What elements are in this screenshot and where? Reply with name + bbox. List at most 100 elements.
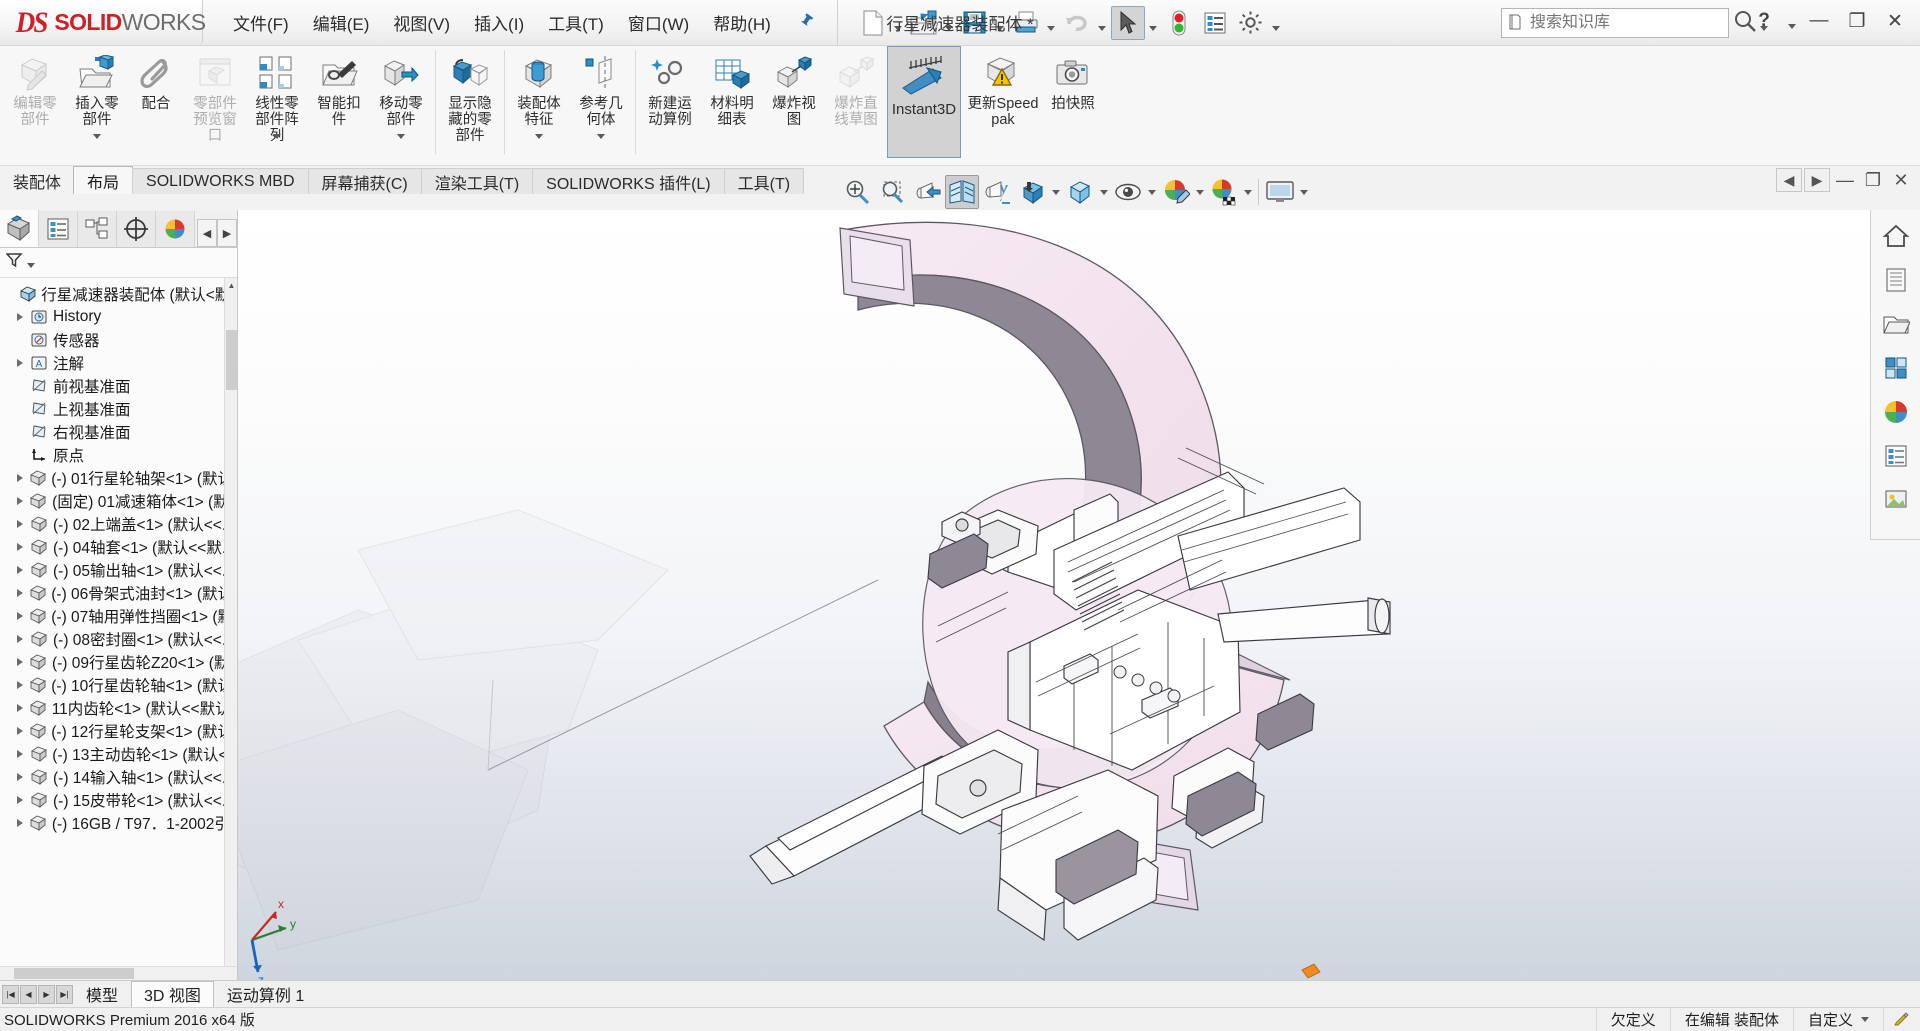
tree-item-component[interactable]: (-) 05输出轴<1> (默认<<... [2, 558, 237, 581]
feature-manager-tab[interactable] [0, 210, 39, 247]
tab-tools[interactable]: 工具(T) [723, 168, 805, 194]
view-home-icon[interactable] [1876, 216, 1916, 256]
menu-window[interactable]: 窗口(W) [616, 4, 701, 41]
tree-expand-toggle[interactable] [12, 772, 28, 781]
tree-expand-toggle[interactable] [12, 312, 28, 321]
rebuild-status-icon[interactable] [1162, 6, 1196, 40]
ribbon-linear-component-pattern[interactable]: 线性零部件阵列 [246, 46, 308, 160]
undo-dropdown-icon[interactable] [1096, 6, 1109, 40]
insert-components-dropdown-icon[interactable] [93, 134, 101, 157]
display-style-icon[interactable] [1015, 175, 1049, 209]
tree-expand-toggle[interactable] [12, 519, 28, 528]
display-manager-tab[interactable] [156, 211, 195, 247]
hide-show-dropdown-icon[interactable] [1098, 175, 1110, 209]
linear-pattern-dropdown-icon[interactable] [273, 134, 281, 157]
tree-scroll-thumb[interactable] [226, 330, 237, 390]
new-document-dropdown-icon[interactable] [892, 6, 905, 40]
appearances-icon[interactable] [1159, 175, 1193, 209]
menu-view[interactable]: 视图(V) [381, 4, 462, 41]
assembly-model-3d-view[interactable]: y x z [238, 210, 1920, 980]
display-states-icon[interactable] [1876, 348, 1916, 388]
open-document-dropdown-icon[interactable] [943, 6, 956, 40]
filter-dropdown-icon[interactable] [27, 263, 35, 268]
options-list-icon[interactable] [1198, 6, 1232, 40]
ribbon-instant3d[interactable]: Instant3D [887, 46, 961, 158]
ribbon-new-motion-study[interactable]: 新建运动算例 [639, 46, 701, 160]
pane-prev-button[interactable]: ◀ [1776, 168, 1802, 192]
display-style-dropdown-icon[interactable] [1050, 175, 1062, 209]
ribbon-explode-line-sketch[interactable]: 爆炸直线草图 [825, 46, 887, 160]
ribbon-component-preview-window[interactable]: 零部件预览窗口 [184, 46, 246, 160]
apply-scene-icon[interactable] [1263, 175, 1297, 209]
settings-dropdown-icon[interactable] [1270, 6, 1283, 40]
bottom-tab-3d-views[interactable]: 3D 视图 [131, 980, 214, 1008]
menu-insert[interactable]: 插入(I) [462, 4, 536, 41]
tree-expand-toggle[interactable] [12, 818, 28, 827]
reference-geometry-dropdown-icon[interactable] [597, 134, 605, 157]
first-tab-button[interactable]: |◀ [2, 984, 19, 1004]
restore-button[interactable]: ❐ [1840, 5, 1874, 37]
save-dropdown-icon[interactable] [994, 6, 1007, 40]
tab-solidworks-mbd[interactable]: SOLIDWORKS MBD [132, 168, 309, 194]
assembly-features-dropdown-icon[interactable] [535, 134, 543, 157]
appearances-sphere-icon[interactable] [1876, 392, 1916, 432]
tree-item-sensors[interactable]: 传感器 [2, 328, 237, 351]
appearances-dropdown-icon[interactable] [1194, 175, 1206, 209]
ribbon-insert-components[interactable]: 插入零部件 [66, 46, 128, 160]
move-component-dropdown-icon[interactable] [397, 134, 405, 157]
scene-dropdown-icon[interactable] [1242, 175, 1254, 209]
ribbon-show-hidden-components[interactable]: 显示隐藏的零部件 [439, 46, 501, 160]
search-box[interactable] [1501, 8, 1729, 38]
tree-item-origin[interactable]: 原点 [2, 443, 237, 466]
tree-expand-toggle[interactable] [12, 358, 28, 367]
settings-gear-icon[interactable] [1234, 6, 1268, 40]
tree-expand-toggle[interactable] [12, 795, 28, 804]
status-custom-dropdown-icon[interactable] [1861, 1017, 1869, 1022]
new-document-icon[interactable] [856, 6, 890, 40]
tree-horizontal-scrollbar[interactable] [0, 966, 237, 980]
close-button[interactable]: ✕ [1878, 5, 1912, 37]
ribbon-edit-component[interactable]: 编辑零部件 [4, 46, 66, 160]
tree-item-component[interactable]: (-) 01行星轮轴架<1> (默认... [2, 466, 237, 489]
tree-item-component[interactable]: (-) 15皮带轮<1> (默认<<... [2, 788, 237, 811]
tree-expand-toggle[interactable] [12, 588, 27, 597]
select-dropdown-icon[interactable] [1147, 6, 1160, 40]
previous-view-icon[interactable] [910, 175, 944, 209]
manager-tab-next-button[interactable]: ▶ [217, 219, 237, 247]
ribbon-take-snapshot[interactable]: 拍快照 [1045, 46, 1101, 160]
view-settings-icon[interactable] [1111, 175, 1145, 209]
tree-vertical-scrollbar[interactable]: ▲ ▼ [224, 278, 237, 980]
decals-icon[interactable] [1876, 480, 1916, 520]
tab-assembly[interactable]: 装配体 [0, 168, 75, 194]
pane-minimize-button[interactable]: — [1832, 168, 1858, 192]
undo-icon[interactable] [1060, 6, 1094, 40]
graphics-area[interactable]: y x z [238, 210, 1920, 980]
tree-item-component[interactable]: (-) 13主动齿轮<1> (默认<... [2, 742, 237, 765]
ribbon-move-component[interactable]: 移动零部件 [370, 46, 432, 160]
minimize-button[interactable]: — [1802, 5, 1836, 37]
print-dropdown-icon[interactable] [1045, 6, 1058, 40]
tree-expand-toggle[interactable] [12, 542, 28, 551]
property-manager-tab[interactable] [39, 211, 78, 247]
ribbon-reference-geometry[interactable]: 参考几何体 [570, 46, 632, 160]
select-pointer-icon[interactable] [1110, 5, 1145, 40]
prev-tab-button[interactable]: ◀ [20, 984, 37, 1004]
tab-render-tools[interactable]: 渲染工具(T) [420, 168, 534, 194]
tree-item-root[interactable]: 行星减速器装配体 (默认<默认... [2, 282, 237, 305]
view-orientation-icon[interactable] [980, 175, 1014, 209]
zoom-to-area-icon[interactable] [875, 175, 909, 209]
scenes-list-icon[interactable] [1876, 436, 1916, 476]
apply-scene-dropdown-icon[interactable] [1298, 175, 1310, 209]
tree-item-history[interactable]: History [2, 305, 237, 328]
menu-file[interactable]: 文件(F) [221, 4, 301, 41]
tree-filter-bar[interactable] [0, 248, 237, 278]
bottom-tab-motion-study-1[interactable]: 运动算例 1 [214, 982, 317, 1007]
menu-tools[interactable]: 工具(T) [536, 4, 616, 41]
feature-tree[interactable]: 行星减速器装配体 (默认<默认... History 传感器 A 注解 前视基准… [0, 278, 237, 834]
tree-item-top-plane[interactable]: 上视基准面 [2, 397, 237, 420]
last-tab-button[interactable]: ▶| [56, 984, 73, 1004]
print-icon[interactable] [1009, 6, 1043, 40]
filter-funnel-icon[interactable] [5, 252, 24, 273]
tree-expand-toggle[interactable] [12, 749, 28, 758]
help-button[interactable]: ? [1747, 5, 1781, 37]
